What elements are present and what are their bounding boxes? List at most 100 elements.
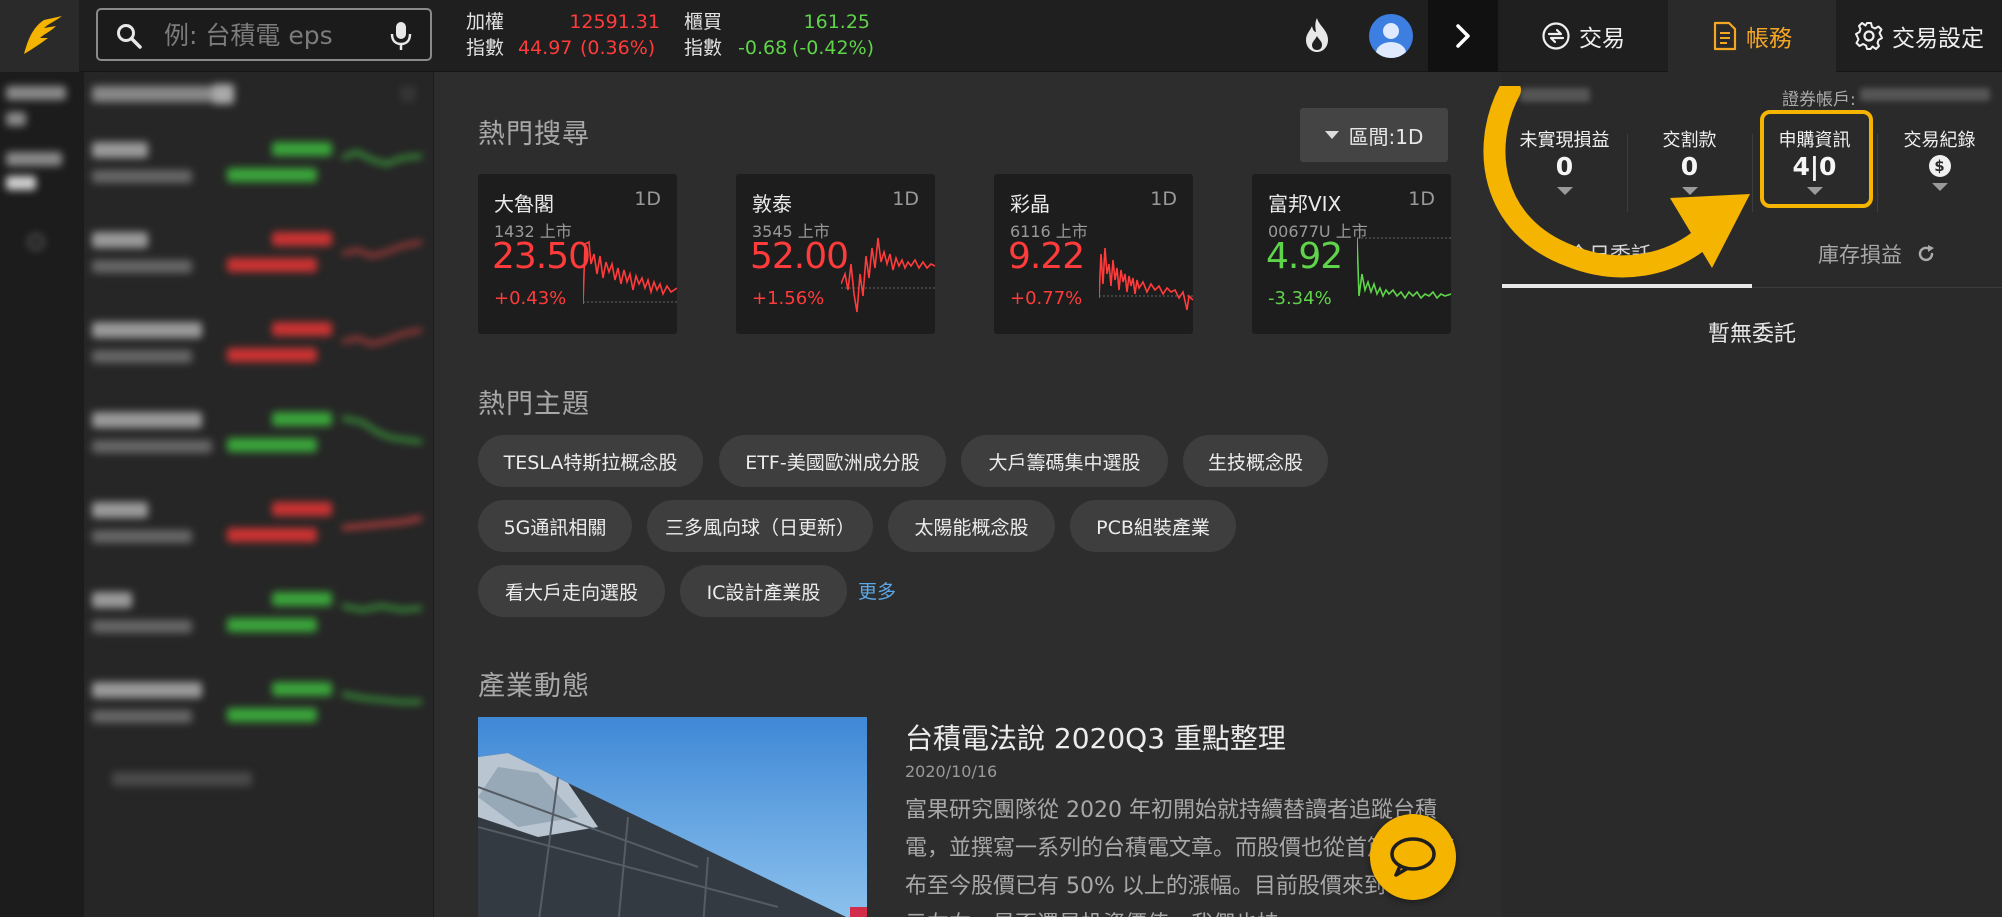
hot-stock-card[interactable]: 大魯閣 1D 1432 上市 23.50 +0.43% <box>478 174 677 334</box>
search-input[interactable] <box>164 18 374 52</box>
watchlist-row[interactable] <box>92 400 422 480</box>
stock-name: 富邦VIX <box>1268 192 1342 216</box>
index-change: 44.97 <box>518 37 573 59</box>
topic-chip[interactable]: 5G通訊相關 <box>478 500 632 552</box>
left-sidebar <box>0 72 84 917</box>
index-pct: (0.36%) <box>580 37 656 59</box>
topic-chip[interactable]: TESLA特斯拉概念股 <box>478 435 703 487</box>
caret-down-icon <box>1324 131 1339 139</box>
app-logo[interactable] <box>0 0 79 72</box>
tab-trade-label: 交易 <box>1579 26 1625 52</box>
top-bar: 加權 指數 12591.31 44.97 (0.36%) 櫃買 指數 161.2… <box>0 0 2002 72</box>
range-label: 區間:1D <box>1348 124 1424 149</box>
hot-topics-title: 熱門主題 <box>478 389 590 420</box>
index-label: 櫃買 <box>684 11 723 33</box>
stock-price: 4.92 <box>1266 236 1343 277</box>
stock-period: 1D <box>892 188 919 210</box>
chevron-right-icon <box>1456 24 1470 48</box>
article-thumbnail[interactable] <box>478 717 867 917</box>
watchlist-row[interactable] <box>92 490 422 570</box>
sparkline <box>583 240 677 305</box>
sparkline <box>1357 237 1451 300</box>
hot-search-title: 熱門搜尋 <box>478 119 590 150</box>
search-icon <box>117 24 142 49</box>
index-value: 12591.31 <box>569 11 660 33</box>
stock-price: 9.22 <box>1008 236 1085 277</box>
watchlist-row[interactable] <box>92 310 422 390</box>
microphone-icon[interactable] <box>388 21 414 51</box>
topic-chip[interactable]: 看大戶走向選股 <box>478 565 665 617</box>
hot-stock-card[interactable]: 富邦VIX 1D 00677U 上市 4.92 -3.34% <box>1252 174 1451 334</box>
industry-title: 產業動態 <box>478 671 590 702</box>
building-image <box>478 717 867 917</box>
gear-icon <box>1855 22 1883 50</box>
refresh-icon[interactable] <box>1916 244 1936 264</box>
taiex-index[interactable]: 加權 指數 12591.31 44.97 (0.36%) <box>466 10 660 60</box>
chat-button[interactable] <box>1370 814 1456 900</box>
subtab-label: 庫存損益 <box>1818 243 1902 267</box>
index-pct: (-0.42%) <box>792 37 875 59</box>
stock-name: 彩晶 <box>1010 192 1050 216</box>
index-change: -0.68 <box>738 37 788 59</box>
more-topics-link[interactable]: 更多 <box>858 577 896 604</box>
watchlist-blurred-content <box>84 72 433 917</box>
article-date: 2020/10/16 <box>905 762 998 781</box>
account-number-blurred <box>1860 88 1990 101</box>
empty-orders-text: 暫無委託 <box>1707 322 1796 347</box>
topic-chip[interactable]: 太陽能概念股 <box>888 500 1055 552</box>
topic-chip[interactable]: IC設計產業股 <box>680 565 847 617</box>
topic-chip[interactable]: 生技概念股 <box>1183 435 1328 487</box>
tab-trade-settings[interactable]: 交易設定 <box>1836 0 2002 72</box>
stock-change: -3.34% <box>1268 288 1332 309</box>
stock-price: 52.00 <box>750 236 849 277</box>
flame-icon[interactable] <box>1302 16 1332 54</box>
topic-chip[interactable]: 三多風向球（日更新） <box>647 500 873 552</box>
collapse-panel-button[interactable] <box>1428 0 1498 72</box>
caret-down-icon <box>1931 183 1948 191</box>
chat-bubble-icon <box>1390 837 1436 877</box>
stat-label: 交易紀錄 <box>1903 130 1976 151</box>
stock-change: +0.43% <box>494 288 567 309</box>
watchlist-row[interactable] <box>92 580 422 660</box>
trade-exchange-icon <box>1542 22 1570 50</box>
account-label: 證券帳戶: <box>1782 90 1856 110</box>
avatar-head <box>1383 23 1399 39</box>
tab-account-label: 帳務 <box>1746 26 1792 52</box>
document-icon <box>1713 21 1737 51</box>
stock-change: +1.56% <box>752 288 825 309</box>
index-value: 161.25 <box>803 11 870 33</box>
topic-chip[interactable]: ETF-美國歐洲成分股 <box>719 435 946 487</box>
stock-name: 敦泰 <box>752 192 792 216</box>
topic-chip[interactable]: PCB組裝產業 <box>1070 500 1236 552</box>
stock-period: 1D <box>634 188 661 210</box>
search-box[interactable] <box>96 8 432 61</box>
stat-trade-records[interactable]: 交易紀錄 $ <box>1877 122 2002 212</box>
stock-price: 23.50 <box>492 236 591 277</box>
sparkline <box>841 237 935 313</box>
watchlist-row[interactable] <box>92 130 422 210</box>
stock-period: 1D <box>1408 188 1435 210</box>
hot-stock-card[interactable]: 敦泰 1D 3545 上市 52.00 +1.56% <box>736 174 935 334</box>
stock-change: +0.77% <box>1010 288 1083 309</box>
index-label: 指數 <box>684 37 723 59</box>
tab-trade[interactable]: 交易 <box>1498 0 1668 72</box>
stock-name: 大魯閣 <box>494 192 554 216</box>
otc-index[interactable]: 櫃買 指數 161.25 -0.68 (-0.42%) <box>684 10 874 60</box>
tab-trade-settings-label: 交易設定 <box>1892 26 1984 52</box>
avatar-body <box>1376 42 1406 58</box>
article-title[interactable]: 台積電法說 2020Q3 重點整理 <box>905 717 1286 757</box>
user-avatar[interactable] <box>1369 14 1413 58</box>
range-dropdown[interactable]: 區間:1D <box>1300 108 1448 162</box>
stock-period: 1D <box>1150 188 1177 210</box>
watchlist-row[interactable] <box>92 220 422 300</box>
app-root: 加權 指數 12591.31 44.97 (0.36%) 櫃買 指數 161.2… <box>0 0 2002 917</box>
subtab-inventory-pnl[interactable]: 庫存損益 <box>1752 220 2002 288</box>
tab-account[interactable]: 帳務 <box>1668 0 1836 72</box>
sparkline <box>1099 247 1193 311</box>
topic-chip[interactable]: 大戶籌碼集中選股 <box>961 435 1168 487</box>
watchlist-row[interactable] <box>92 670 422 750</box>
watchlist-panel <box>84 72 434 917</box>
annotation-arrow <box>1483 86 1750 278</box>
fugle-logo-icon <box>23 16 62 54</box>
hot-stock-card[interactable]: 彩晶 1D 6116 上市 9.22 +0.77% <box>994 174 1193 334</box>
